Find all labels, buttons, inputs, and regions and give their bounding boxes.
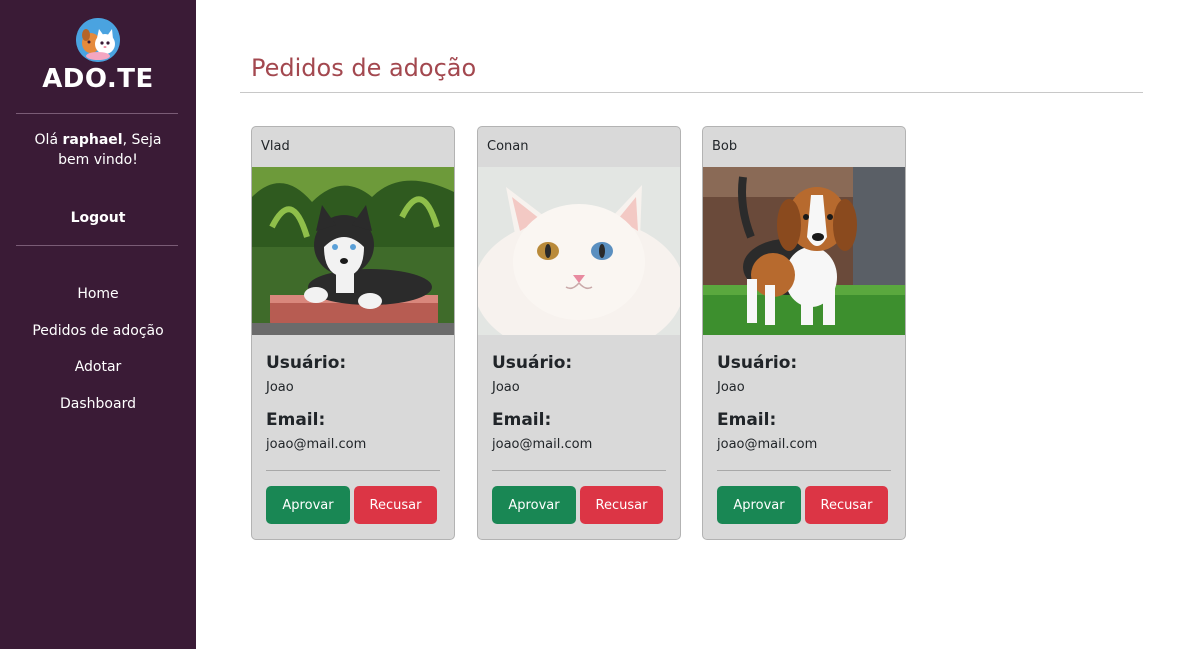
email-label: Email: <box>492 410 552 430</box>
approve-button[interactable]: Aprovar <box>717 486 801 524</box>
user-label: Usuário: <box>266 353 347 373</box>
username: raphael <box>62 132 123 148</box>
page-title: Pedidos de adoção <box>251 54 477 82</box>
refuse-button[interactable]: Recusar <box>580 486 663 524</box>
nav-item-adopt[interactable]: Adotar <box>0 357 196 394</box>
adoption-request-card: Conan Usuário: Joao Email: joao@mail.com <box>477 126 681 540</box>
sidebar-divider <box>16 245 178 246</box>
main-content: Pedidos de adoção Vlad Usuário: Joao Ema… <box>196 0 1186 649</box>
user-name: Joao <box>492 380 520 395</box>
refuse-button[interactable]: Recusar <box>354 486 437 524</box>
greeting-text: Olá raphael, Seja bem vindo! <box>18 130 178 170</box>
husky-puppy-photo <box>252 167 454 335</box>
pets-logo-icon <box>76 18 120 62</box>
logo <box>0 18 196 62</box>
card-divider <box>492 470 666 471</box>
card-divider <box>266 470 440 471</box>
sidebar: ADO.TE Olá raphael, Seja bem vindo! Logo… <box>0 0 196 649</box>
refuse-button[interactable]: Recusar <box>805 486 888 524</box>
pet-name: Conan <box>487 139 529 154</box>
adoption-request-card: Bob Usuário: Joao Email: joao@mail.com A… <box>702 126 906 540</box>
user-label: Usuário: <box>717 353 798 373</box>
pet-name: Vlad <box>261 139 290 154</box>
email-label: Email: <box>266 410 326 430</box>
nav-item-home[interactable]: Home <box>0 284 196 321</box>
nav-item-dashboard[interactable]: Dashboard <box>0 394 196 431</box>
greeting-prefix: Olá <box>34 132 63 148</box>
sidebar-divider <box>16 113 178 114</box>
email-label: Email: <box>717 410 777 430</box>
user-name: Joao <box>266 380 294 395</box>
nav-item-adoption-requests[interactable]: Pedidos de adoção <box>0 321 196 358</box>
logout-link[interactable]: Logout <box>0 210 196 226</box>
card-divider <box>717 470 891 471</box>
sidebar-nav: Home Pedidos de adoção Adotar Dashboard <box>0 284 196 430</box>
user-email: joao@mail.com <box>492 437 593 452</box>
user-email: joao@mail.com <box>266 437 367 452</box>
approve-button[interactable]: Aprovar <box>492 486 576 524</box>
title-divider <box>240 92 1143 93</box>
user-label: Usuário: <box>492 353 573 373</box>
approve-button[interactable]: Aprovar <box>266 486 350 524</box>
pet-name: Bob <box>712 139 738 154</box>
brand-name: ADO.TE <box>42 64 154 94</box>
user-name: Joao <box>717 380 745 395</box>
beagle-puppy-photo <box>703 167 905 335</box>
user-email: joao@mail.com <box>717 437 818 452</box>
white-cat-photo <box>478 167 680 335</box>
adoption-request-card: Vlad Usuário: Joao Email: joao@mail.com … <box>251 126 455 540</box>
